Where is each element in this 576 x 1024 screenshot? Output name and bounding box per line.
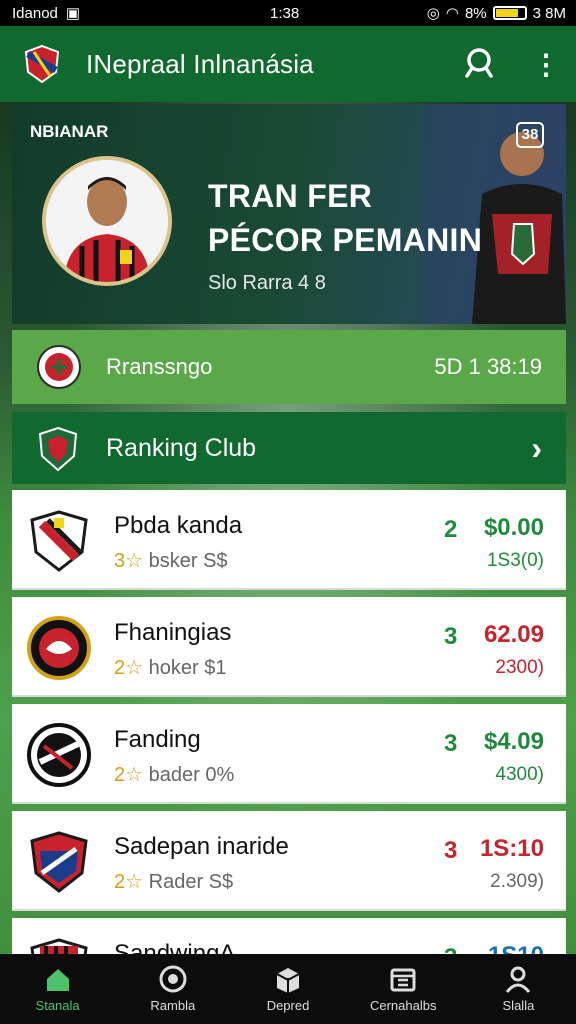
club-row[interactable]: SandwingA 3 1S10	[12, 918, 566, 954]
club-row[interactable]: Fanding 2☆ bader 0% 3 $4.09 4300)	[12, 704, 566, 804]
nav-label: Slalla	[502, 998, 535, 1013]
ball-icon	[159, 965, 187, 993]
nav-label: Depred	[266, 998, 310, 1013]
club-meta: 2☆ hoker $1	[114, 655, 226, 680]
club-meta-value: 0%	[205, 764, 235, 786]
club-crest-icon	[27, 616, 91, 680]
star-rating: 2☆	[114, 657, 144, 679]
calendar-icon	[390, 968, 416, 992]
player-photo	[46, 160, 168, 282]
wifi-icon: ◠	[445, 5, 459, 22]
nav-item[interactable]: Rambla	[115, 954, 230, 1024]
nav-item[interactable]: Depred	[230, 954, 345, 1024]
star-rating: 2☆	[114, 764, 144, 786]
club-crest-icon	[30, 831, 88, 893]
nav-item[interactable]: Slalla	[461, 954, 576, 1024]
status-bar: Idanod ▣ 1:38 ◎ ◠ 8% 3 8M	[0, 0, 576, 26]
club-name: SandwingA	[114, 940, 236, 954]
club-meta-value: $1	[204, 657, 227, 679]
club-meta-label: bsker	[148, 550, 198, 572]
box-icon	[276, 968, 300, 993]
hero-headline: TRAN FER PÉCOR PEMANIN	[208, 174, 482, 262]
hero-headline-line2: PÉCOR PEMANIN	[208, 222, 483, 258]
club-meta-label: hoker	[148, 657, 199, 679]
hero-badge: 38	[516, 122, 544, 148]
club-subvalue: 2.309)	[490, 871, 544, 892]
club-rank: 2	[444, 516, 458, 543]
club-name: Sadepan inaride	[114, 833, 289, 860]
shield-icon	[38, 426, 78, 472]
club-meta: 2☆ bader 0%	[114, 762, 234, 787]
star-rating: 2☆	[114, 871, 144, 893]
battery-percent: 8%	[464, 4, 487, 22]
nav-label: Cernahalbs	[369, 998, 437, 1013]
ranking-club-label: Ranking Club	[106, 434, 257, 462]
sim-icon: ▣	[65, 5, 81, 22]
alarm-icon: ◎	[426, 5, 440, 22]
battery-icon	[492, 6, 527, 20]
ranking-summary[interactable]: Rranssngo 5D 1 38:19	[12, 330, 566, 404]
club-name: Fanding	[114, 726, 201, 753]
club-row[interactable]: Pbda kanda 3☆ bsker S$ 2 $0.00 1S3(0)	[12, 490, 566, 590]
club-name: Pbda kanda	[114, 512, 243, 539]
club-subvalue: 2300)	[495, 657, 544, 678]
club-value: 1S10	[488, 942, 544, 954]
club-crest-icon	[37, 345, 81, 389]
club-meta-label: bader	[148, 764, 200, 786]
chevron-right-icon[interactable]: ›	[531, 430, 542, 467]
ranking-label: Rranssngo	[106, 354, 213, 379]
club-list: Pbda kanda 3☆ bsker S$ 2 $0.00 1S3(0) Fhaning…	[12, 490, 566, 954]
app-logo-icon	[24, 44, 60, 84]
hero-subtitle: Slo Rarra 4 8	[208, 272, 326, 294]
player-avatar	[42, 156, 172, 286]
club-rank: 3	[444, 837, 458, 864]
club-crest-icon	[30, 938, 88, 954]
nav-item[interactable]: Stanala	[0, 954, 115, 1024]
club-meta: 3☆ bsker S$	[114, 548, 228, 573]
club-name: Fhaningias	[114, 619, 232, 646]
nav-item[interactable]: Cernahalbs	[346, 954, 461, 1024]
club-subvalue: 4300)	[495, 764, 544, 785]
nav-label: Stanala	[35, 998, 80, 1013]
club-rank: 3	[444, 623, 458, 650]
search-icon[interactable]	[462, 46, 496, 80]
club-value: 1S:10	[479, 835, 544, 862]
app-bar: INepraal Inlnanásia ⋮	[0, 26, 576, 102]
nav-label: Rambla	[150, 998, 196, 1013]
hero-banner[interactable]: NBIANAR 38 TRAN FER PÉCOR PEMANIN Slo Ra…	[12, 104, 566, 324]
hero-headline-line1: TRAN FER	[208, 178, 373, 214]
bottom-navigation: Stanala Rambla Depred Cernahalbs Slalla	[0, 954, 576, 1024]
signal-text: 3 8M	[532, 4, 566, 22]
club-meta-value: S$	[208, 871, 234, 893]
club-meta-label: Rader	[148, 871, 204, 893]
club-rank: 3	[444, 944, 457, 954]
club-value: 62.09	[483, 621, 544, 648]
club-crest-icon	[30, 510, 88, 572]
ranking-club-header[interactable]: Ranking Club ›	[12, 412, 566, 484]
club-crest-icon	[27, 723, 91, 787]
more-menu-icon[interactable]: ⋮	[532, 50, 560, 80]
profile-icon	[506, 966, 531, 993]
club-subvalue: 1S3(0)	[486, 550, 544, 571]
carrier-label: Idanod	[12, 4, 58, 22]
hero-tag: NBIANAR	[30, 122, 109, 141]
club-meta-value: S$	[203, 550, 228, 572]
club-value: $0.00	[483, 514, 544, 541]
home-icon	[46, 969, 69, 991]
club-value: $4.09	[483, 728, 544, 755]
club-row[interactable]: Sadepan inaride 2☆ Rader S$ 3 1S:10 2.309)	[12, 811, 566, 911]
app-title: INepraal Inlnanásia	[86, 48, 314, 79]
ranking-value: 5D 1 38:19	[434, 354, 542, 379]
club-meta: 2☆ Rader S$	[114, 869, 233, 894]
star-rating: 3☆	[114, 550, 144, 572]
club-row[interactable]: Fhaningias 2☆ hoker $1 3 62.09 2300)	[12, 597, 566, 697]
clock: 1:38	[270, 4, 300, 22]
club-rank: 3	[444, 730, 458, 757]
